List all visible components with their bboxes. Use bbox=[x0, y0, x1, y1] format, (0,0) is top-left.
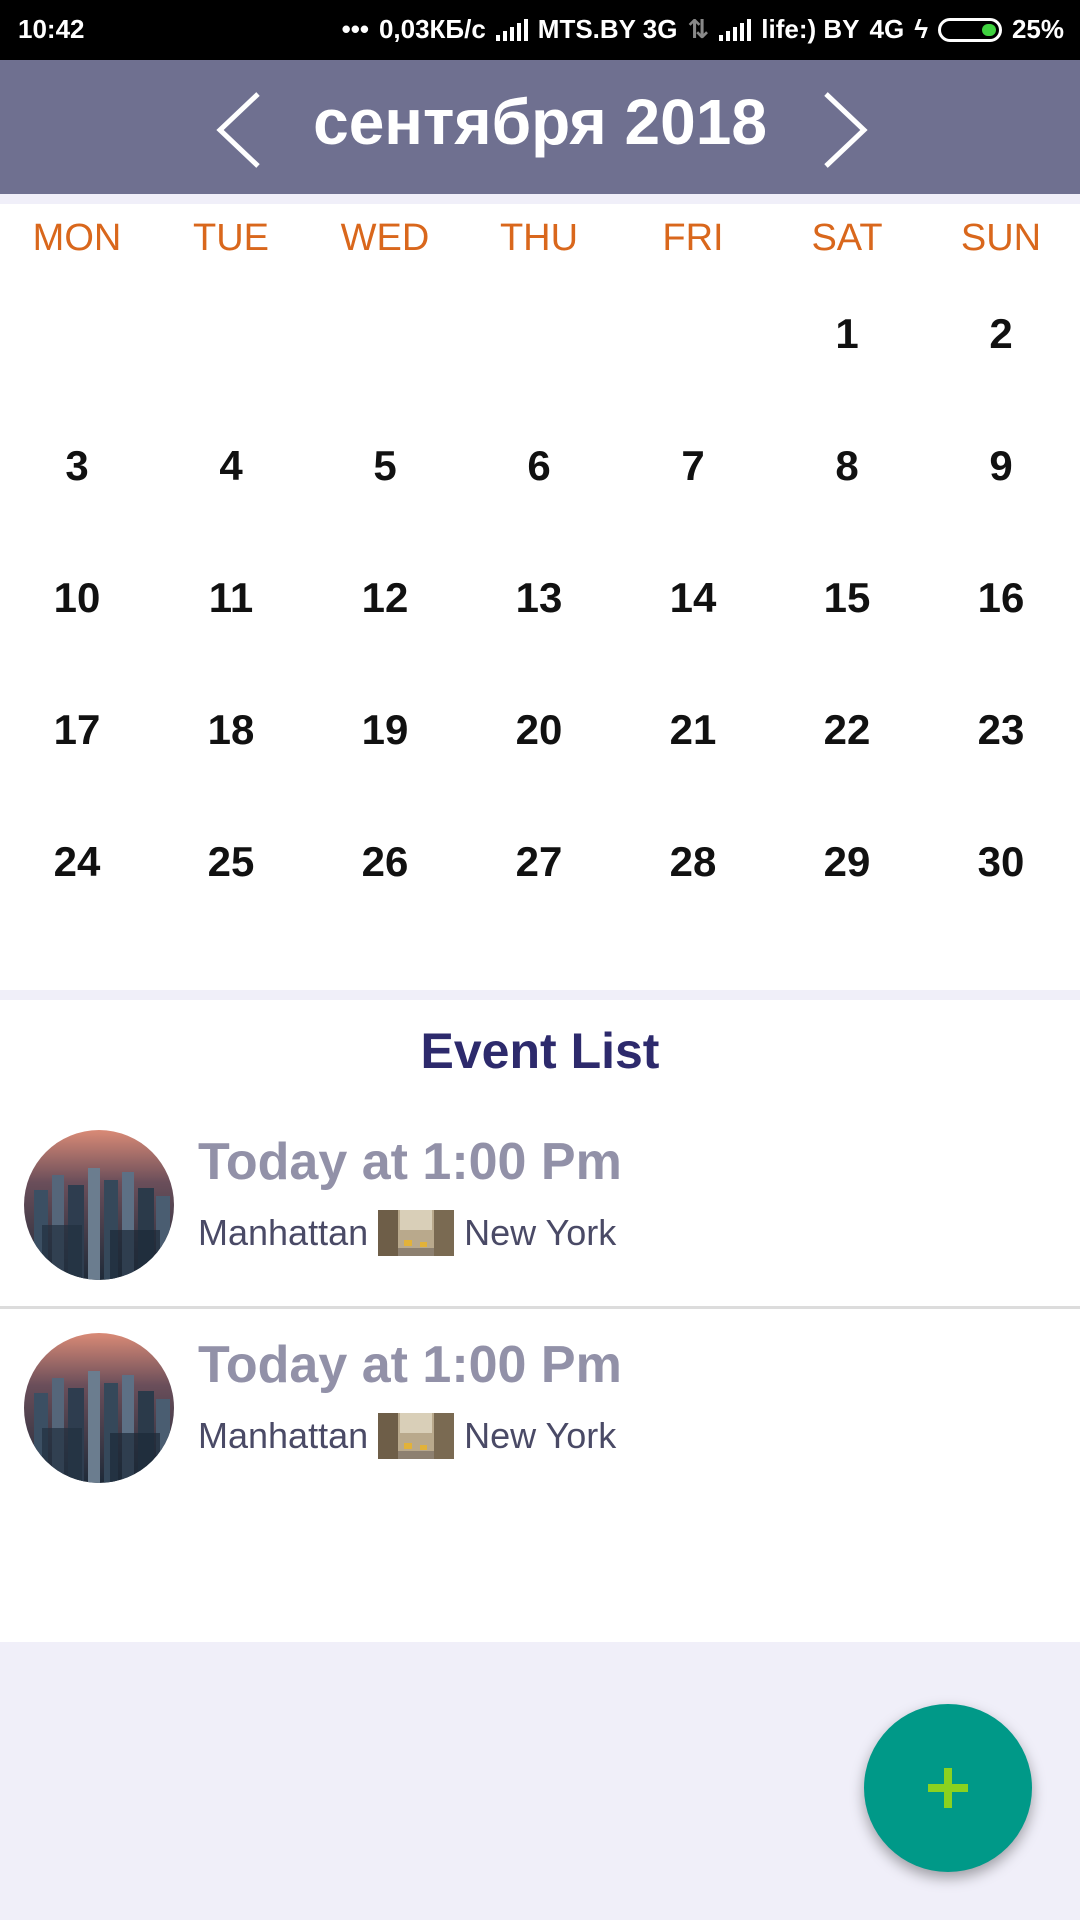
calendar-day[interactable]: 17 bbox=[0, 680, 154, 780]
calendar-day[interactable]: 29 bbox=[770, 812, 924, 912]
calendar-day[interactable]: 22 bbox=[770, 680, 924, 780]
calendar-day[interactable]: 7 bbox=[616, 416, 770, 516]
calendar-day[interactable]: 3 bbox=[0, 416, 154, 516]
carrier-1: MTS.BY 3G bbox=[537, 14, 678, 44]
charging-icon: ϟ bbox=[914, 14, 928, 44]
network-2: 4G bbox=[869, 14, 905, 44]
calendar-day[interactable]: 14 bbox=[616, 548, 770, 648]
event-list: Event List Today at 1:00 Pm Manhattan Ne… bbox=[0, 1000, 1080, 1642]
calendar-day[interactable]: 8 bbox=[770, 416, 924, 516]
signal-icon bbox=[495, 18, 528, 41]
event-avatar bbox=[24, 1333, 174, 1483]
calendar-day[interactable]: 23 bbox=[924, 680, 1078, 780]
signal-icon-2 bbox=[719, 18, 752, 41]
calendar-day[interactable]: 24 bbox=[0, 812, 154, 912]
calendar-day[interactable]: 30 bbox=[924, 812, 1078, 912]
calendar-day[interactable]: 1 bbox=[770, 284, 924, 384]
network-speed: 0,03КБ/с bbox=[378, 14, 486, 44]
calendar-day[interactable]: 10 bbox=[0, 548, 154, 648]
street-thumbnail bbox=[378, 1413, 455, 1459]
battery-percent: 25% bbox=[1011, 14, 1064, 44]
event-location: Manhattan New York bbox=[198, 1413, 616, 1459]
event-location-name: Manhattan bbox=[198, 1415, 369, 1456]
weekday-tue: TUE bbox=[193, 217, 269, 259]
event-location: Manhattan New York bbox=[198, 1210, 616, 1256]
calendar-day[interactable]: 5 bbox=[308, 416, 462, 516]
status-bar: 10:42 ••• 0,03КБ/с MTS.BY 3G ⇅ life:) BY… bbox=[0, 0, 1080, 60]
event-item[interactable]: Today at 1:00 Pm Manhattan New York bbox=[0, 1309, 1080, 1509]
battery-icon bbox=[937, 17, 1002, 42]
calendar-day[interactable]: 26 bbox=[308, 812, 462, 912]
weekday-fri: FRI bbox=[662, 217, 724, 259]
calendar-day[interactable]: 28 bbox=[616, 812, 770, 912]
status-right: ••• 0,03КБ/с MTS.BY 3G ⇅ life:) BY 4G ϟ … bbox=[342, 14, 1064, 45]
carrier-2: life:) BY bbox=[761, 14, 860, 44]
calendar-day[interactable]: 12 bbox=[308, 548, 462, 648]
street-thumbnail bbox=[378, 1210, 455, 1256]
calendar-day[interactable]: 19 bbox=[308, 680, 462, 780]
calendar-day[interactable]: 18 bbox=[154, 680, 308, 780]
calendar-day[interactable]: 4 bbox=[154, 416, 308, 516]
calendar-day[interactable]: 27 bbox=[462, 812, 616, 912]
calendar-day[interactable]: 20 bbox=[462, 680, 616, 780]
weekday-thu: THU bbox=[499, 217, 579, 259]
event-list-title: Event List bbox=[420, 1023, 660, 1079]
calendar-day[interactable]: 25 bbox=[154, 812, 308, 912]
month-title: сентября 2018 bbox=[313, 86, 767, 158]
calendar-grid: MON TUE WED THU FRI SAT SUN 1 2 3 4 5 6 7 8 9 10 1… bbox=[0, 204, 1080, 990]
chevron-right-icon bbox=[824, 92, 868, 168]
event-avatar bbox=[24, 1130, 174, 1280]
calendar-day[interactable]: 11 bbox=[154, 548, 308, 648]
event-item[interactable]: Today at 1:00 Pm Manhattan New York bbox=[0, 1106, 1080, 1309]
weekday-mon: MON bbox=[32, 217, 122, 259]
status-time: 10:42 bbox=[18, 14, 85, 44]
calendar-day[interactable]: 15 bbox=[770, 548, 924, 648]
calendar-day[interactable]: 6 bbox=[462, 416, 616, 516]
weekday-sat: SAT bbox=[811, 217, 883, 259]
calendar-day[interactable]: 2 bbox=[924, 284, 1078, 384]
calendar-day[interactable]: 13 bbox=[462, 548, 616, 648]
event-location-name: Manhattan bbox=[198, 1212, 369, 1253]
event-time: Today at 1:00 Pm bbox=[198, 1133, 622, 1191]
weekday-row: MON TUE WED THU FRI SAT SUN bbox=[0, 204, 1080, 264]
notification-dots: ••• bbox=[341, 14, 369, 44]
month-header: сентября 2018 bbox=[0, 60, 1080, 194]
plus-icon bbox=[928, 1768, 968, 1808]
event-city: New York bbox=[464, 1415, 617, 1456]
weekday-sun: SUN bbox=[960, 217, 1042, 259]
next-month-button[interactable] bbox=[808, 74, 878, 184]
calendar-day[interactable]: 21 bbox=[616, 680, 770, 780]
calendar-day[interactable]: 9 bbox=[924, 416, 1078, 516]
calendar-day[interactable]: 16 bbox=[924, 548, 1078, 648]
add-event-button[interactable] bbox=[864, 1704, 1032, 1872]
data-arrows-icon: ⇅ bbox=[687, 14, 710, 44]
event-city: New York bbox=[464, 1212, 617, 1253]
weekday-wed: WED bbox=[340, 217, 430, 259]
event-time: Today at 1:00 Pm bbox=[198, 1336, 622, 1394]
